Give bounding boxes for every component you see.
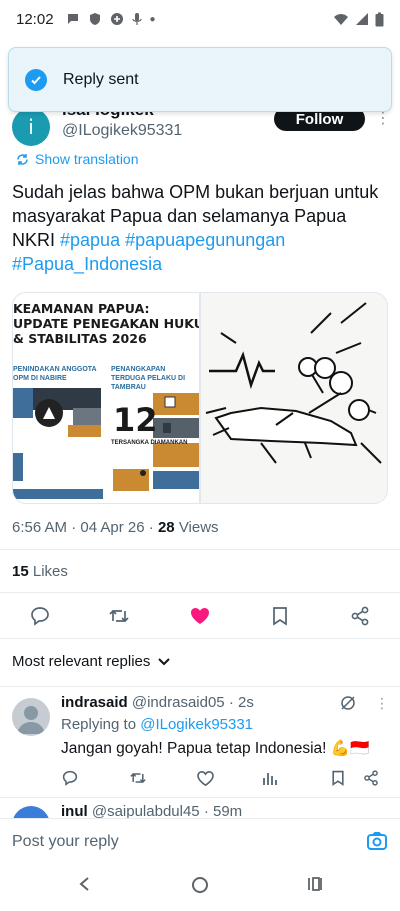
infographic-image[interactable]: KEAMANAN PAPUA: UPDATE PENEGAKAN HUKUM &… — [13, 293, 199, 503]
notification-icons: ● — [66, 12, 156, 26]
like-icon[interactable] — [196, 769, 214, 787]
reply-input[interactable]: Post your reply — [12, 833, 119, 851]
system-icons — [333, 12, 384, 27]
reply-icon[interactable] — [28, 604, 52, 628]
reply-icon[interactable] — [61, 769, 79, 787]
tweet-date: 04 Apr 26 — [80, 519, 145, 536]
recents-icon[interactable] — [307, 876, 323, 892]
divider — [0, 549, 400, 550]
repost-icon[interactable] — [107, 604, 131, 628]
repost-icon[interactable] — [129, 769, 147, 787]
shield-icon — [89, 13, 100, 25]
reply-composer[interactable]: Post your reply — [0, 818, 400, 864]
reply-author-line: indrasaid @indrasaid05 · 2s — [61, 694, 254, 711]
likes-label: Likes — [32, 563, 68, 580]
tweet-timestamp: 6:56 AM · 04 Apr 26 · 28 Views — [12, 519, 219, 536]
tweet-action-bar — [0, 600, 400, 632]
likes-count: 15 — [12, 563, 29, 580]
reply-age: 2s — [238, 694, 254, 711]
camera-icon[interactable] — [366, 831, 388, 851]
author-avatar[interactable]: i — [12, 108, 50, 146]
analytics-icon[interactable] — [261, 769, 279, 787]
reply-item[interactable]: indrasaid @indrasaid05 · 2s ⋮ Replying t… — [0, 690, 400, 796]
replying-to: Replying to @ILogikek95331 — [61, 716, 253, 733]
status-bar: 12:02 ● — [0, 0, 400, 38]
translate-icon — [17, 153, 28, 165]
divider — [0, 592, 400, 593]
wifi-icon — [334, 14, 348, 25]
replies-sort-dropdown[interactable]: Most relevant replies — [12, 653, 171, 670]
sketch-image[interactable] — [201, 293, 387, 503]
share-icon[interactable] — [348, 604, 372, 628]
tweet-time: 6:56 AM — [12, 519, 68, 536]
reply-more-icon[interactable]: ⋮ — [375, 695, 389, 712]
status-time: 12:02 — [16, 10, 54, 28]
replying-to-handle[interactable]: @ILogikek95331 — [140, 716, 253, 733]
reply-avatar[interactable] — [12, 698, 50, 736]
views-count[interactable]: 28 — [158, 519, 175, 536]
tweet-text: Sudah jelas bahwa OPM bukan berjuan untu… — [12, 180, 388, 276]
reply-author-handle: @indrasaid05 — [131, 694, 225, 711]
signal-icon — [356, 13, 368, 25]
hashtag-link[interactable]: #papuapegunungan — [125, 230, 285, 250]
views-label: Views — [178, 519, 219, 536]
reply-author-name[interactable]: indrasaid — [61, 694, 128, 711]
back-icon[interactable] — [78, 876, 90, 892]
infographic-big-number: 12 — [113, 401, 158, 439]
likes-summary[interactable]: 15 Likes — [12, 563, 68, 580]
bookmark-icon[interactable] — [329, 769, 347, 787]
share-icon[interactable] — [362, 769, 380, 787]
reply-item[interactable]: inul @saipulabdul45 · 59m — [0, 800, 400, 820]
grok-icon[interactable] — [340, 695, 356, 711]
tweet-media: KEAMANAN PAPUA: UPDATE PENEGAKAN HUKUM &… — [12, 292, 388, 504]
bookmark-icon[interactable] — [268, 604, 292, 628]
chevron-down-icon — [158, 657, 171, 665]
app-icon — [110, 13, 123, 25]
chat-bubble-icon — [67, 14, 78, 24]
infographic-graphics — [13, 388, 199, 499]
reply-sent-toast: Reply sent — [8, 47, 392, 112]
system-navigation-bar — [0, 866, 400, 911]
show-translation-label: Show translation — [35, 151, 139, 167]
replies-sort-label: Most relevant replies — [12, 653, 151, 670]
dot-icon: ● — [149, 13, 156, 25]
hashtag-link[interactable]: #Papua_Indonesia — [12, 254, 162, 274]
divider — [0, 797, 400, 798]
check-circle-icon — [25, 68, 47, 91]
show-translation-link[interactable]: Show translation — [16, 151, 139, 167]
reply-text: Jangan goyah! Papua tetap Indonesia! 💪🇮🇩 — [61, 740, 370, 757]
toast-message: Reply sent — [63, 70, 139, 88]
author-handle[interactable]: @ILogikek95331 — [62, 122, 182, 140]
replying-to-prefix: Replying to — [61, 716, 141, 733]
hashtag-link[interactable]: #papua — [60, 230, 120, 250]
microphone-icon — [131, 13, 142, 25]
home-icon[interactable] — [191, 876, 209, 894]
collapsed-figure-illustration — [205, 302, 382, 464]
like-heart-icon[interactable] — [188, 604, 212, 628]
divider — [0, 686, 400, 687]
divider — [0, 638, 400, 639]
infographic-number-caption: TERSANGKA DIAMANKAN — [111, 440, 188, 446]
reply-action-bar — [61, 769, 391, 789]
battery-icon — [375, 12, 384, 26]
